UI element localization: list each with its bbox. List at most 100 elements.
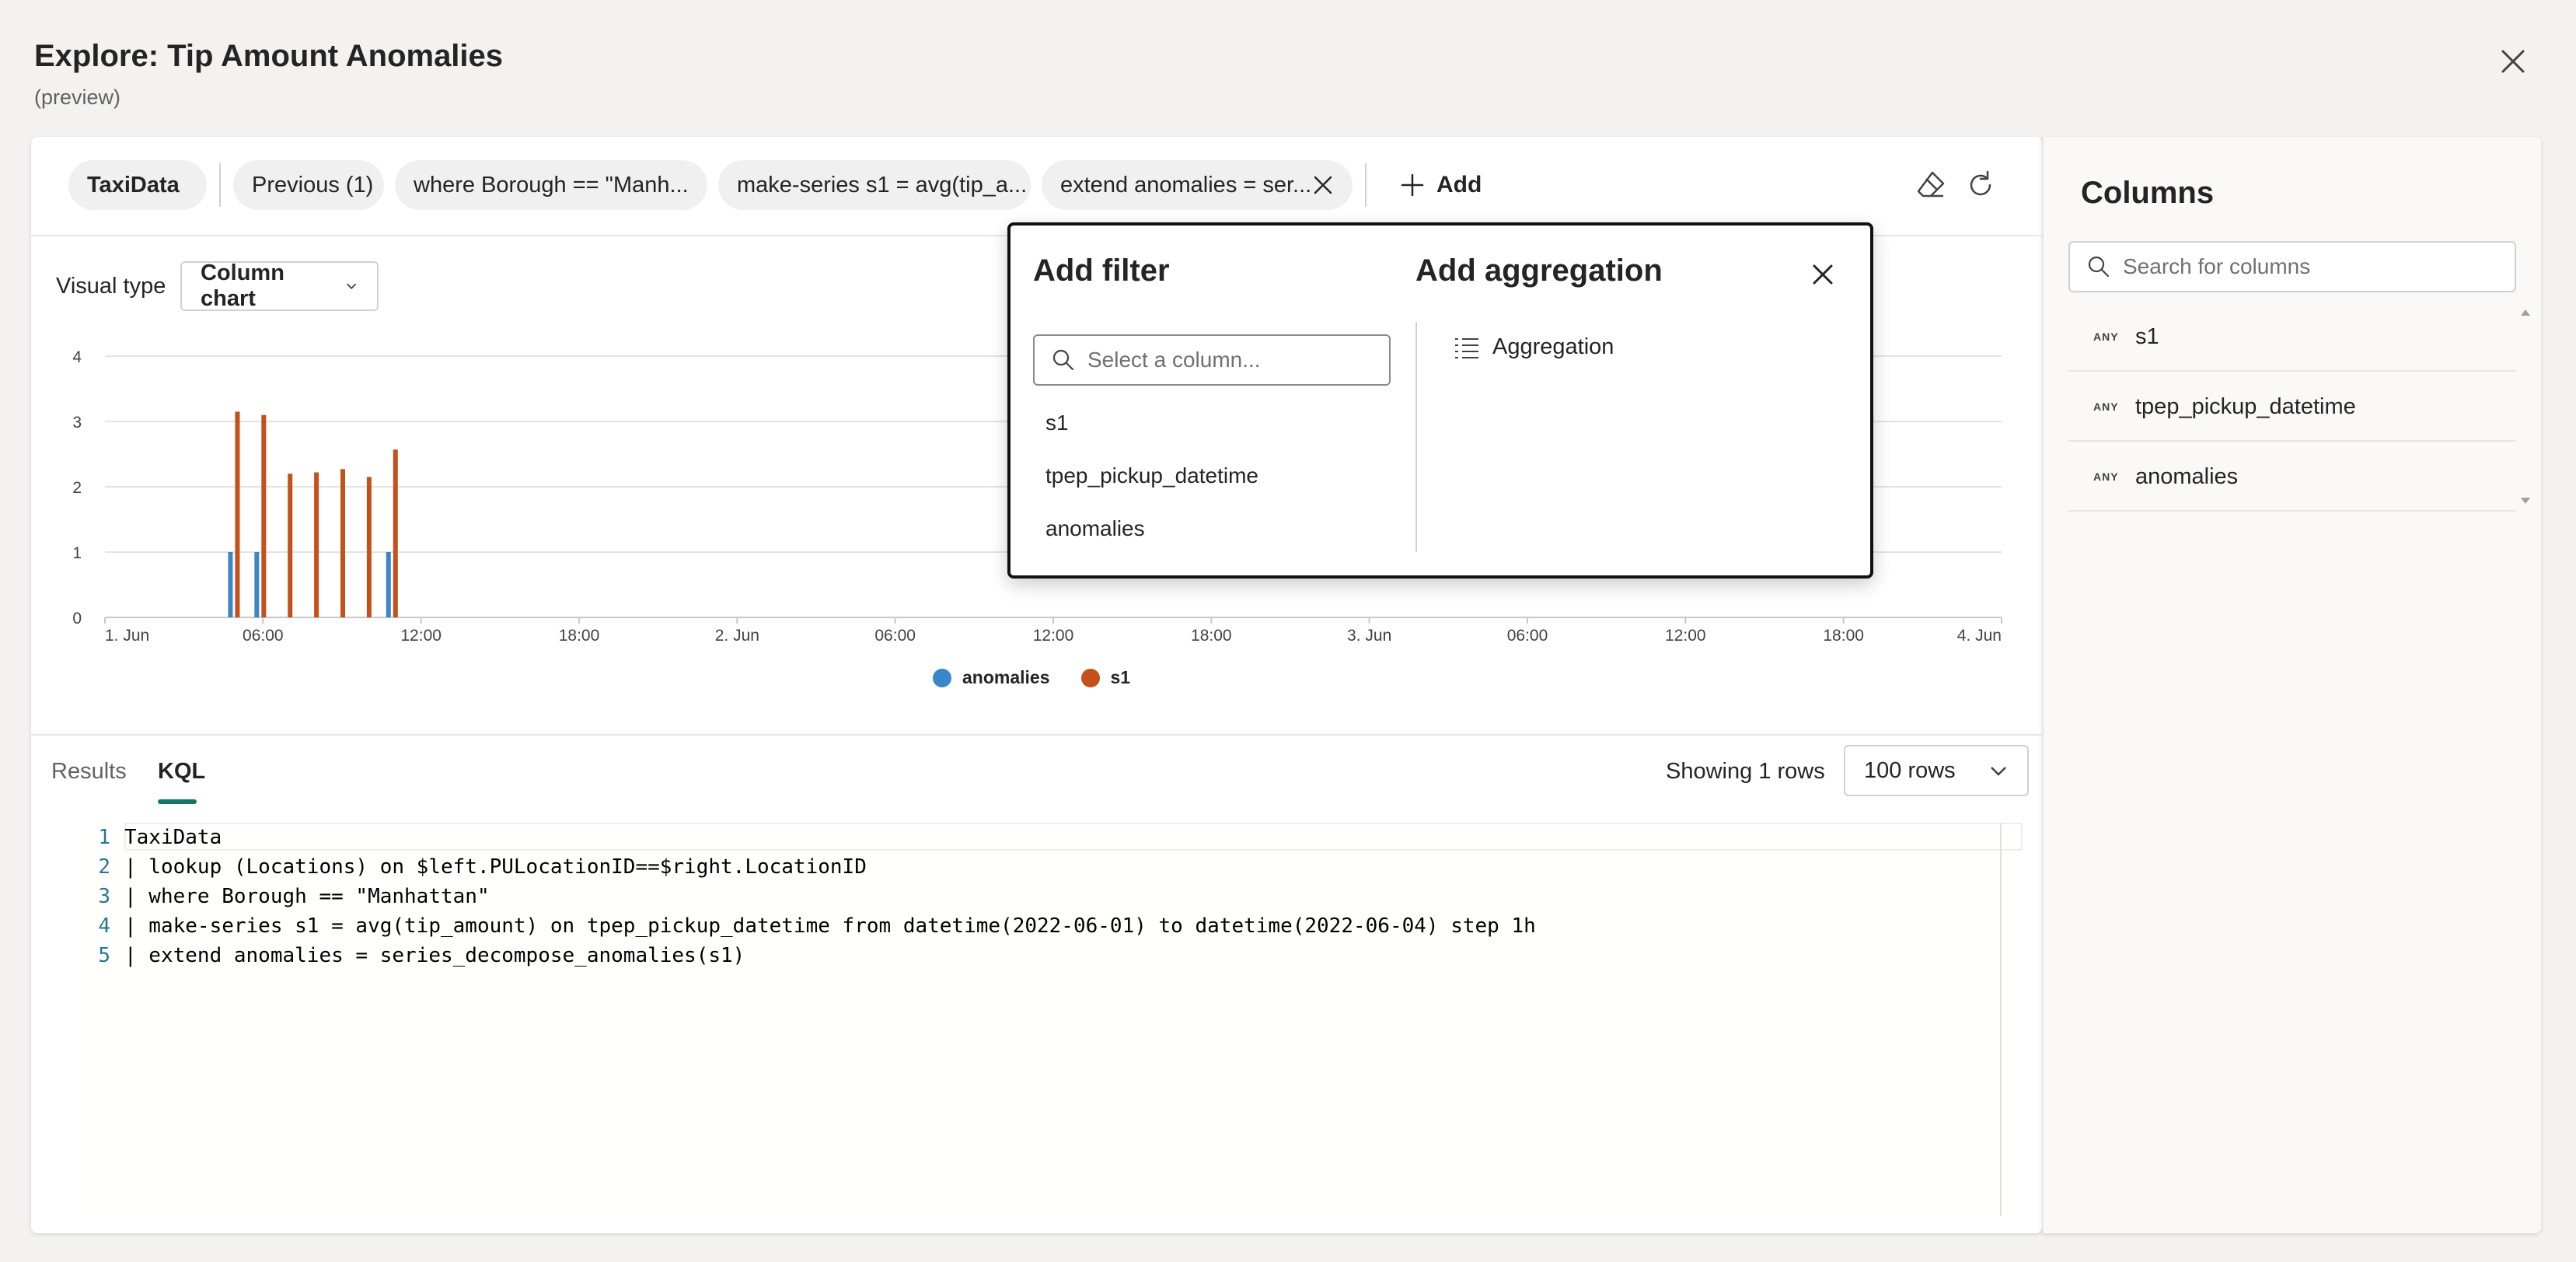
bar-s1[interactable] [393,449,398,617]
bar-anomalies[interactable] [386,552,391,617]
filter-search-placeholder: Select a column... [1087,348,1261,372]
tab-results[interactable]: Results [51,759,127,785]
column-name: s1 [2135,323,2159,349]
x-tick-label: 12:00 [400,627,442,645]
filter-option[interactable]: anomalies [1045,516,1145,541]
list-icon [1455,337,1478,358]
column-item[interactable]: ANY anomalies [2068,443,2516,512]
x-tick-label: 2. Jun [715,627,759,645]
bar-anomalies[interactable] [254,552,260,617]
x-tick-label: 18:00 [1191,627,1232,645]
column-name: anomalies [2135,463,2239,489]
filter-option[interactable]: tpep_pickup_datetime [1045,463,1258,488]
where-filter-pill[interactable]: where Borough == "Manh... [395,160,707,210]
line-number: 3 [98,885,110,908]
x-tick-label: 3. Jun [1347,627,1391,645]
kql-editor[interactable] [82,823,2023,1216]
bar-s1[interactable] [261,414,267,617]
source-pill[interactable]: TaxiData [68,160,207,210]
page-title: Explore: Tip Amount Anomalies [34,39,504,73]
row-count-text: Showing 1 rows [1666,759,1825,784]
active-tab-indicator [158,799,197,804]
current-line-highlight [124,823,2023,851]
remove-pill-button[interactable] [1311,173,1335,198]
x-tick-label: 4. Jun [1957,627,2002,645]
bar-s1[interactable] [288,474,293,617]
popup-divider [1415,322,1417,552]
legend-swatch [933,668,951,687]
bar-anomalies[interactable] [228,552,233,617]
bar-s1[interactable] [366,477,372,617]
aggregation-option[interactable]: Aggregation [1454,334,1614,360]
close-icon [2501,50,2525,73]
y-tick-label: 0 [72,610,82,628]
x-tick-label: 12:00 [1033,627,1074,645]
refresh-icon [1970,170,1991,196]
rows-dropdown[interactable]: 100 rows [1844,745,2029,796]
column-item[interactable]: ANY s1 [2068,303,2516,372]
columns-title: Columns [2081,176,2215,210]
filter-option[interactable]: s1 [1045,411,1069,435]
add-operator-button[interactable]: Add [1399,166,1482,204]
extend-pill-label: extend anomalies = ser... [1060,172,1312,198]
make-series-pill[interactable]: make-series s1 = avg(tip_a... [718,160,1031,210]
bar-s1[interactable] [340,469,345,617]
chevron-down-icon [346,283,356,290]
extend-pill[interactable]: extend anomalies = ser... [1042,160,1353,210]
tab-kql[interactable]: KQL [158,759,205,785]
legend-item[interactable]: anomalies [933,667,1050,688]
add-operator-label: Add [1436,172,1482,198]
add-aggregation-title: Add aggregation [1415,253,1663,288]
code-line[interactable]: | where Borough == "Manhattan" [124,885,490,908]
line-number: 5 [98,944,110,967]
visual-type-dropdown[interactable]: Column chart [180,260,379,311]
aggregation-label: Aggregation [1492,334,1614,359]
bar-s1[interactable] [235,411,240,617]
page-subtitle: (preview) [34,86,121,109]
columns-panel [2042,137,2541,1233]
visual-type-label: Visual type [56,274,166,299]
column-name: tpep_pickup_datetime [2135,393,2356,419]
filter-column-search[interactable]: Select a column... [1033,334,1391,386]
y-tick-label: 3 [72,414,82,432]
search-icon [1052,349,1074,371]
close-icon [1813,264,1833,285]
column-item[interactable]: ANY tpep_pickup_datetime [2068,373,2516,442]
legend-label: s1 [1110,667,1131,687]
previous-pill[interactable]: Previous (1) [233,160,384,210]
code-line[interactable]: TaxiData [124,826,222,849]
pill-separator [219,163,221,207]
pill-separator [1365,163,1367,207]
close-dialog-button[interactable] [2494,42,2532,81]
clear-button[interactable] [1914,168,1948,202]
y-tick-label: 1 [72,544,82,562]
columns-search-placeholder: Search for columns [2123,254,2311,278]
x-tick-label: 12:00 [1665,627,1706,645]
x-tick-label: 06:00 [243,627,284,645]
plus-icon [1401,173,1424,197]
y-tick-label: 2 [72,479,82,497]
scroll-up-icon[interactable] [2519,306,2532,319]
code-line[interactable]: | extend anomalies = series_decompose_an… [124,944,745,967]
popup-close-button[interactable] [1805,257,1841,292]
legend-label: anomalies [962,667,1050,687]
code-line[interactable]: | lookup (Locations) on $left.PULocation… [124,855,867,879]
code-line[interactable]: | make-series s1 = avg(tip_amount) on tp… [124,914,1536,938]
chart-divider [31,734,2042,736]
line-number: 4 [98,914,110,938]
refresh-button[interactable] [1963,168,1998,202]
chevron-down-icon [1991,767,2006,776]
columns-search-input[interactable]: Search for columns [2068,241,2516,292]
line-number: 2 [98,855,110,879]
scroll-down-icon[interactable] [2519,495,2532,507]
x-tick-label: 18:00 [559,627,600,645]
type-tag: ANY [2093,470,2119,483]
type-tag: ANY [2093,400,2119,413]
x-tick-label: 06:00 [874,627,916,645]
legend-item[interactable]: s1 [1080,667,1131,688]
bar-s1[interactable] [314,472,319,617]
chart-legend: anomalies s1 [933,667,1130,688]
type-tag: ANY [2093,330,2119,343]
legend-swatch [1080,668,1100,687]
editor-ruler [2000,823,2002,1216]
